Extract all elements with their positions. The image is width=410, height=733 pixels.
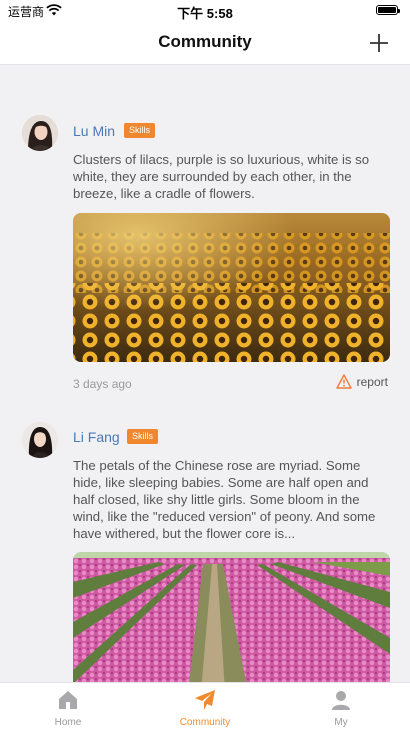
post-photo-tulip-field[interactable]	[73, 552, 390, 682]
skills-badge: Skills	[124, 123, 156, 138]
status-bar: 运营商 下午 5:58	[0, 0, 410, 22]
tab-bar: Home Community My	[0, 682, 410, 733]
battery-icon	[376, 5, 400, 15]
tab-label: Home	[54, 717, 82, 728]
post-photo-sunflower-field[interactable]	[73, 213, 390, 362]
tab-my[interactable]: My	[301, 689, 381, 728]
paper-plane-icon	[195, 690, 215, 710]
community-feed[interactable]: Lu Min Skills Clusters of lilacs, purple…	[0, 65, 410, 682]
report-label: report	[356, 374, 388, 389]
post-text: Clusters of lilacs, purple is so luxurio…	[73, 152, 370, 201]
tab-community[interactable]: Community	[165, 689, 245, 728]
post-text: The petals of the Chinese rose are myria…	[73, 458, 376, 541]
warning-icon	[335, 374, 352, 389]
tab-home[interactable]: Home	[28, 689, 108, 728]
post-time: 3 days ago	[73, 377, 132, 391]
report-button[interactable]: report	[335, 374, 388, 389]
plus-icon[interactable]	[368, 32, 390, 54]
avatar[interactable]	[22, 422, 58, 458]
page-title: Community	[158, 32, 252, 51]
tab-label: My	[334, 717, 348, 728]
skills-badge: Skills	[127, 429, 159, 444]
avatar[interactable]	[22, 115, 58, 151]
person-icon	[332, 691, 350, 710]
tab-label: Community	[179, 717, 231, 728]
home-icon	[59, 691, 77, 709]
navigation-bar: Community	[0, 22, 410, 65]
status-time: 下午 5:58	[177, 6, 233, 21]
author-name[interactable]: Li Fang	[73, 429, 120, 445]
author-name[interactable]: Lu Min	[73, 123, 115, 139]
